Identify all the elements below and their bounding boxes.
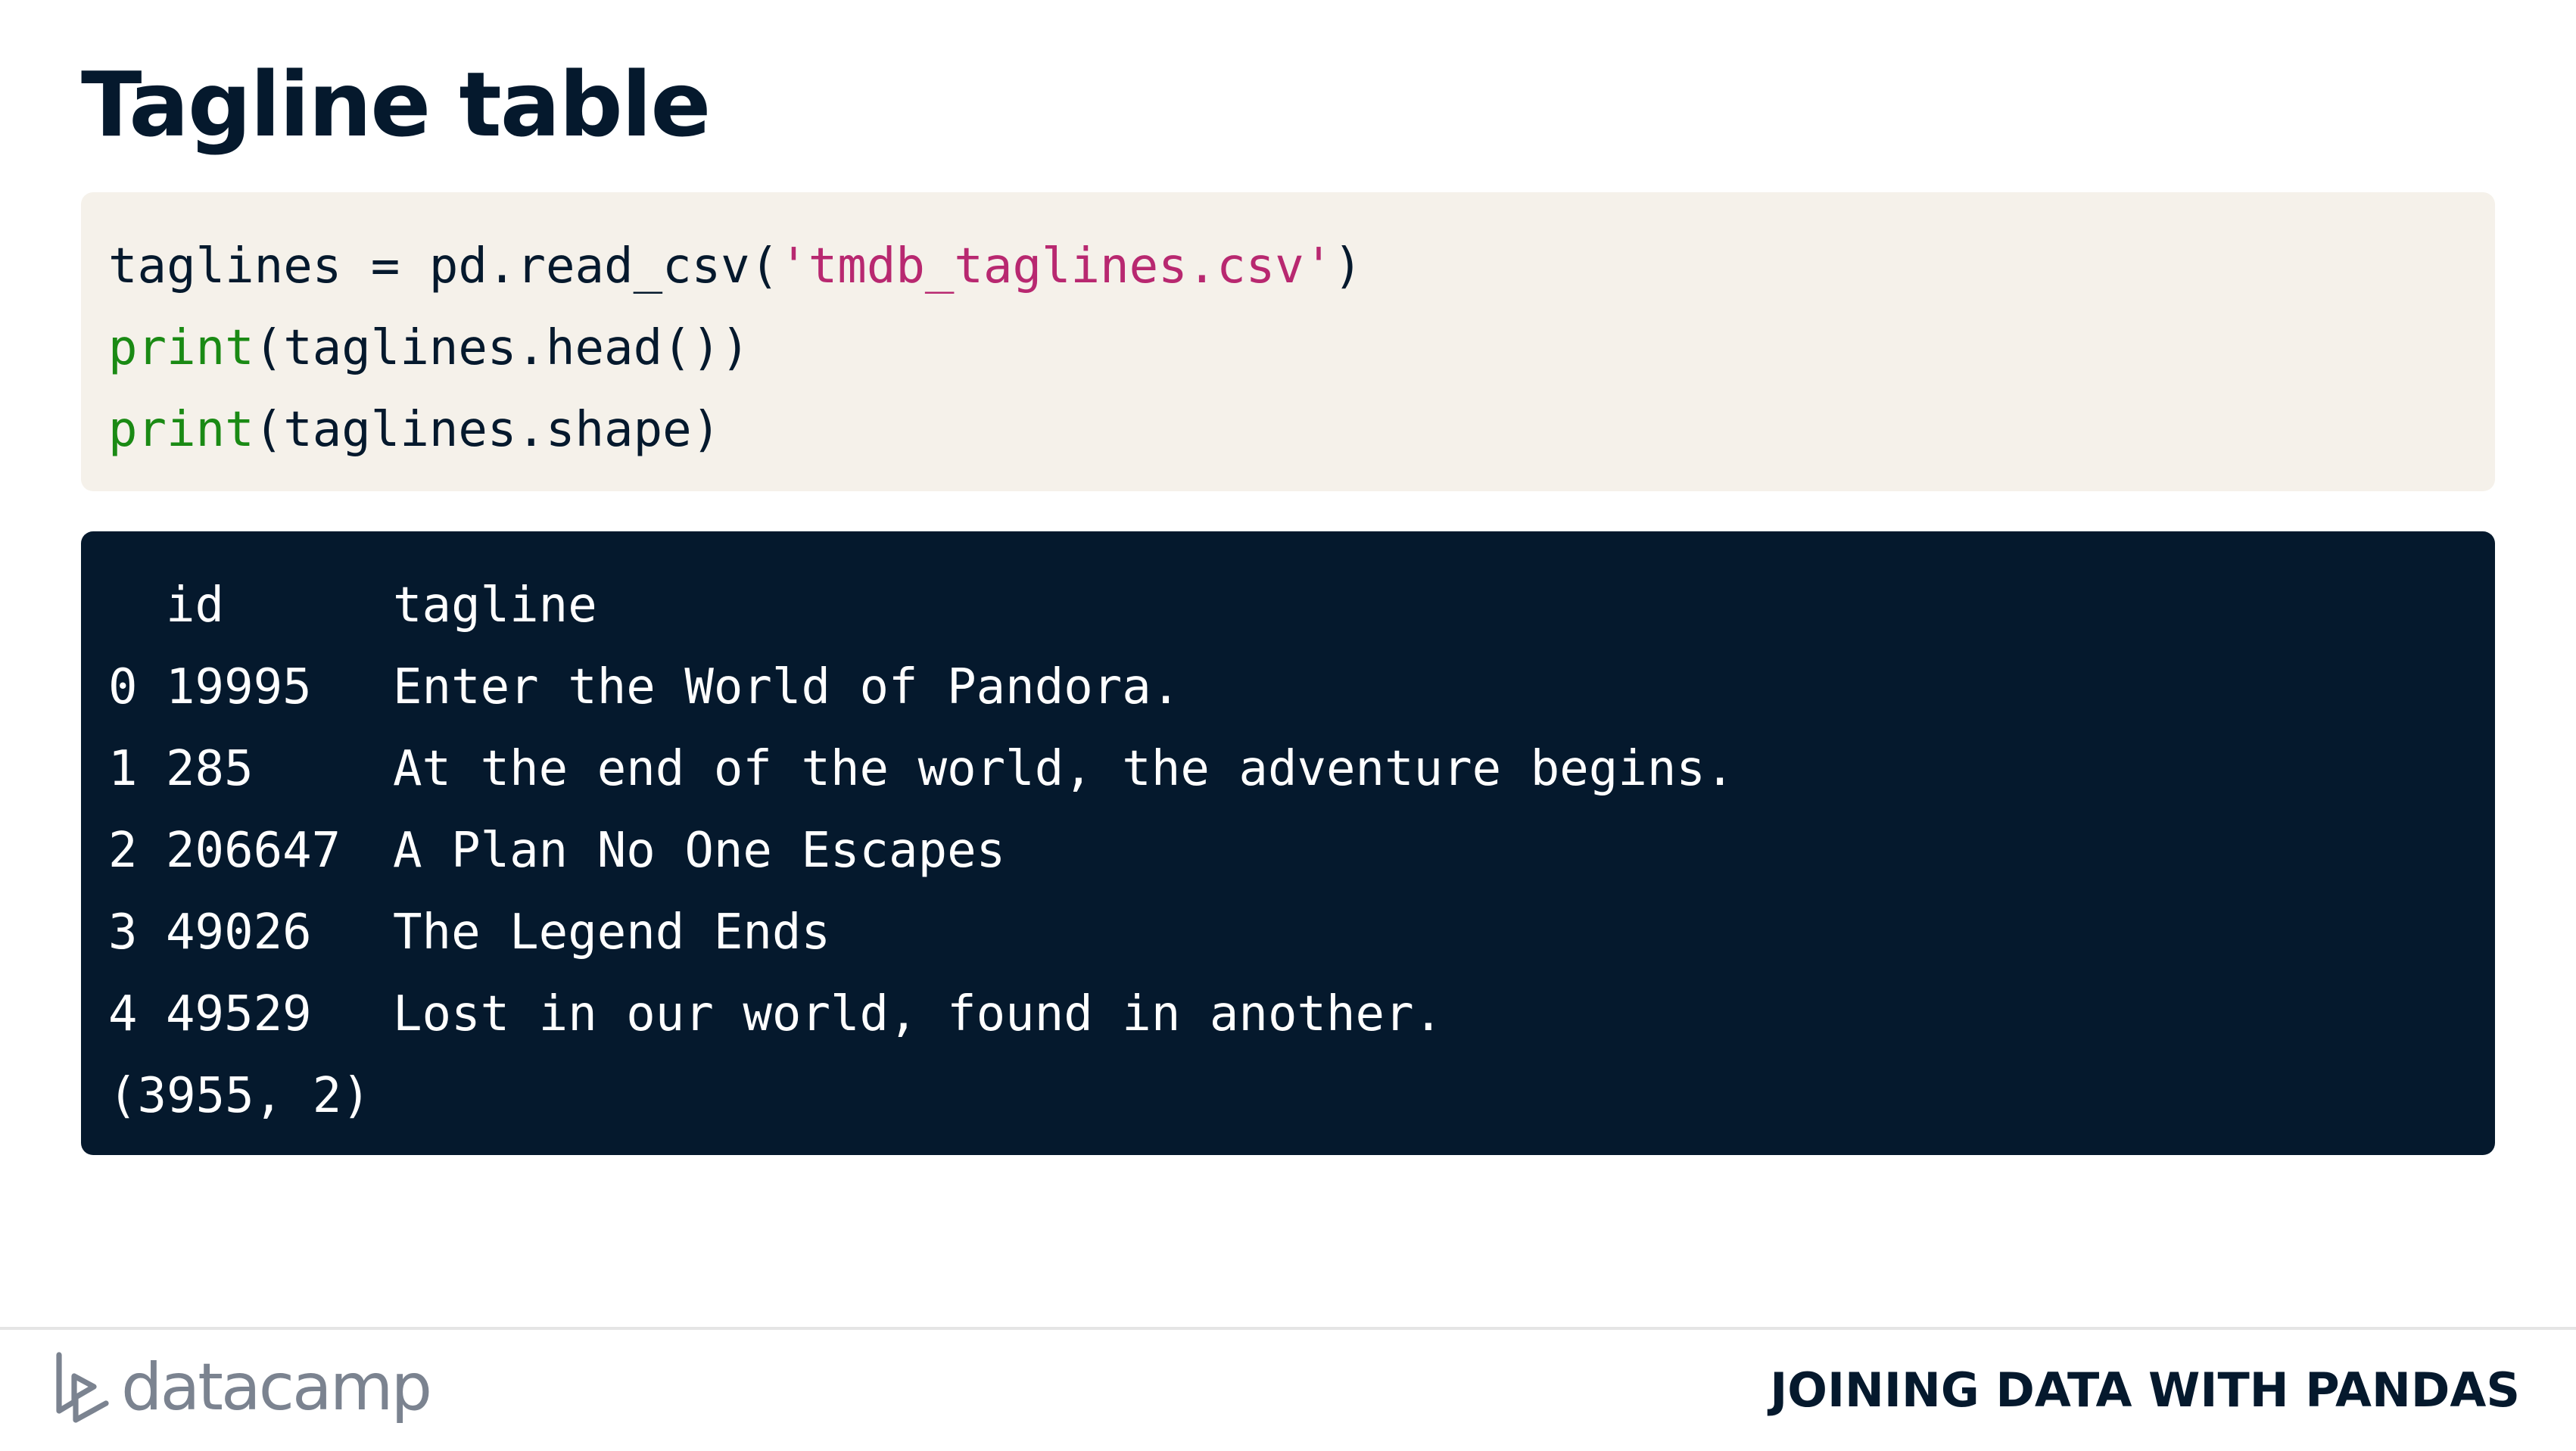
row-index: 4 (108, 986, 138, 1042)
row-id: 19995 (166, 659, 312, 715)
row-index: 1 (108, 741, 138, 797)
code-token: (taglines.shape) (254, 402, 721, 458)
row-tagline: At the end of the world, the adventure b… (393, 741, 1735, 797)
datacamp-logo-icon (56, 1352, 109, 1423)
code-string-token: 'tmdb_taglines.csv' (779, 238, 1334, 294)
row-id: 49026 (166, 905, 312, 961)
table-row: 3 49026 The Legend Ends (108, 892, 2468, 973)
code-block: taglines = pd.read_csv('tmdb_taglines.cs… (81, 192, 2495, 491)
row-id: 49529 (166, 986, 312, 1042)
code-token: ) (1333, 238, 1363, 294)
footer-divider (0, 1327, 2576, 1330)
table-row: 4 49529 Lost in our world, found in anothe… (108, 973, 2468, 1055)
column-header-tagline: tagline (393, 578, 597, 634)
shape-output: (3955, 2) (108, 1068, 371, 1124)
row-tagline: The Legend Ends (393, 905, 830, 961)
output-block: id tagline 0 19995 Enter the World of Pando… (81, 531, 2495, 1155)
code-line: print(taglines.shape) (108, 389, 2468, 471)
code-line: taglines = pd.read_csv('tmdb_taglines.cs… (108, 226, 2468, 307)
row-index: 0 (108, 659, 138, 715)
table-row: 1 285 At the end of the world, the adventu… (108, 728, 2468, 810)
datacamp-logo: datacamp (53, 1350, 432, 1425)
code-token: taglines = pd.read_csv( (108, 238, 780, 294)
brand-wordmark: datacamp (121, 1350, 432, 1425)
code-function-token: print (108, 320, 254, 376)
row-id: 285 (166, 741, 254, 797)
code-token: (taglines.head()) (254, 320, 750, 376)
row-index: 3 (108, 905, 138, 961)
row-tagline: Lost in our world, found in another. (393, 986, 1444, 1042)
table-row: 0 19995 Enter the World of Pandora. (108, 646, 2468, 728)
row-id: 206647 (166, 823, 341, 879)
code-function-token: print (108, 402, 254, 458)
code-line: print(taglines.head()) (108, 307, 2468, 389)
row-tagline: Enter the World of Pandora. (393, 659, 1181, 715)
column-header-id: id (166, 578, 225, 634)
row-tagline: A Plan No One Escapes (393, 823, 1006, 879)
output-header-row: id tagline (108, 565, 2468, 646)
table-row: 2 206647 A Plan No One Escapes (108, 810, 2468, 892)
slide-title: Tagline table (81, 52, 711, 157)
row-index: 2 (108, 823, 138, 879)
course-title: JOINING DATA WITH PANDAS (1770, 1362, 2520, 1418)
